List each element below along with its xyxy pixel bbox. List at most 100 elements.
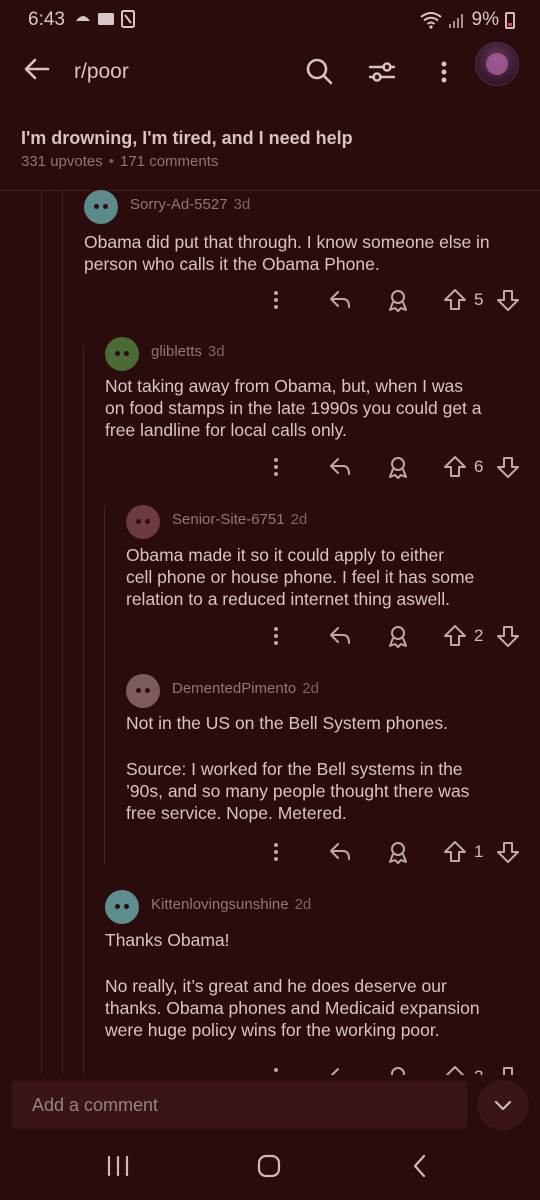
vote-count: 5 [474, 290, 484, 309]
avatar[interactable] [105, 890, 139, 924]
user-avatar[interactable] [475, 42, 519, 86]
reply-icon[interactable] [327, 839, 353, 865]
post-title: I'm drowning, I'm tired, and I need help [21, 128, 353, 148]
award-icon[interactable] [385, 623, 411, 649]
battery-text: 9% [471, 9, 499, 30]
thread-line[interactable] [104, 505, 105, 865]
comment: DementedPimento 2d Not in the US on the B… [126, 674, 522, 869]
reply-icon[interactable] [327, 1064, 353, 1075]
avatar-eye [124, 904, 129, 909]
comment-actions: 5 [84, 287, 522, 317]
vote-count: 1 [474, 842, 484, 861]
avatar-eye [115, 904, 120, 909]
comment-line [105, 951, 480, 975]
downvote-icon[interactable] [495, 1064, 521, 1075]
subreddit-name[interactable]: r/poor [74, 60, 129, 84]
avatar[interactable] [105, 337, 139, 371]
comment-age: 3d [207, 343, 225, 360]
comment-line: Obama made it so it could apply to eithe… [126, 545, 445, 565]
award-icon[interactable] [385, 839, 411, 865]
downvote-icon[interactable] [495, 287, 521, 313]
upvote-icon[interactable] [442, 454, 468, 480]
filter-icon[interactable] [366, 56, 398, 88]
author-name: Sorry-Ad-5527 [130, 196, 228, 213]
expand-toggle-button[interactable] [477, 1080, 529, 1130]
award-icon[interactable] [385, 1064, 411, 1075]
status-right: 9% [419, 9, 515, 31]
award-icon[interactable] [385, 287, 411, 313]
avatar-eye [145, 519, 150, 524]
avatar[interactable] [126, 674, 160, 708]
comment-actions: 6 [105, 454, 522, 484]
comment-age: 2d [302, 680, 319, 697]
vote-count: 2 [474, 1067, 483, 1075]
comment-body: Obama did put that through. I know someo… [84, 231, 490, 275]
reply-icon[interactable] [327, 287, 353, 313]
system-nav-bar [0, 1134, 540, 1200]
comment-age: 3d [233, 196, 251, 213]
comment-age: 2d [294, 896, 312, 913]
downvote-icon[interactable] [495, 839, 521, 865]
search-icon[interactable] [303, 55, 335, 87]
comment: glibletts 3d Not taking away from Obama, … [105, 337, 522, 487]
comment-line: free service. Nope. Metered. [126, 803, 347, 823]
comment-line: free landline for local calls only. [105, 420, 347, 440]
comment-age: 2d [290, 511, 308, 528]
add-comment-input[interactable] [12, 1081, 467, 1129]
upvote-icon[interactable] [442, 1064, 468, 1075]
comment-line: Source: I worked for the Bell systems in… [126, 759, 463, 779]
comment-line: person who calls it the Obama Phone. [84, 254, 380, 274]
upvote-icon[interactable] [442, 287, 468, 313]
more-icon[interactable] [263, 839, 289, 865]
award-icon[interactable] [385, 454, 411, 480]
comment-author[interactable]: glibletts 3d [151, 343, 225, 360]
comment-body: Thanks Obama! No really, it’s great and … [105, 929, 480, 1041]
reply-icon[interactable] [327, 623, 353, 649]
avatar[interactable] [84, 190, 118, 224]
more-icon[interactable] [263, 287, 289, 313]
more-icon[interactable] [263, 454, 289, 480]
comment-line: thanks. Obama phones and Medicaid expans… [105, 998, 480, 1018]
comment-body: Not in the US on the Bell System phones.… [126, 712, 469, 824]
status-time: 6:43 [28, 9, 65, 30]
battery-icon [505, 11, 515, 29]
comment-line: Thanks Obama! [105, 930, 230, 950]
avatar-eye [136, 688, 141, 693]
comment-author[interactable]: Kittenlovingsunshine 2d [151, 896, 311, 913]
avatar[interactable] [126, 505, 160, 539]
comment-line: Not taking away from Obama, but, when I … [105, 376, 463, 396]
comment-author[interactable]: DementedPimento 2d [172, 680, 319, 697]
comment-composer[interactable] [12, 1081, 467, 1129]
comment-author[interactable]: Senior-Site-6751 2d [172, 511, 307, 528]
downvote-icon[interactable] [495, 623, 521, 649]
vote-count: 2 [474, 626, 484, 645]
reply-icon[interactable] [327, 454, 353, 480]
avatar-eye [136, 519, 141, 524]
comment-author[interactable]: Sorry-Ad-5527 3d [130, 196, 250, 213]
upvote-icon[interactable] [442, 839, 468, 865]
comment-actions: 1 [126, 839, 522, 869]
author-name: Kittenlovingsunshine [151, 896, 289, 913]
more-icon[interactable] [263, 1064, 289, 1075]
notification-icon [76, 10, 135, 28]
comment: Sorry-Ad-5527 3d Obama did put that throu… [84, 190, 522, 325]
comment-line: relation to a reduced internet thing asw… [126, 589, 450, 609]
upvote-icon[interactable] [442, 623, 468, 649]
status-bar: 6:43 9% [0, 0, 540, 42]
comment-line: No really, it’s great and he does deserv… [105, 976, 447, 996]
recent-apps-icon[interactable] [104, 1152, 132, 1180]
avatar-face [486, 53, 508, 75]
back-icon[interactable] [406, 1152, 434, 1180]
more-options-icon[interactable] [432, 56, 456, 88]
more-icon[interactable] [263, 623, 289, 649]
comment-line: Not in the US on the Bell System phones. [126, 713, 448, 733]
signal-icon [448, 14, 463, 28]
downvote-icon[interactable] [495, 454, 521, 480]
meta-separator: • [108, 153, 114, 170]
avatar-eye [124, 351, 129, 356]
comment-line: ’90s, and so many people thought there w… [126, 781, 470, 801]
home-icon[interactable] [255, 1152, 283, 1180]
avatar-eye [94, 204, 99, 209]
back-arrow-icon[interactable] [22, 54, 52, 84]
post-header[interactable]: I'm drowning, I'm tired, and I need help… [0, 118, 540, 191]
